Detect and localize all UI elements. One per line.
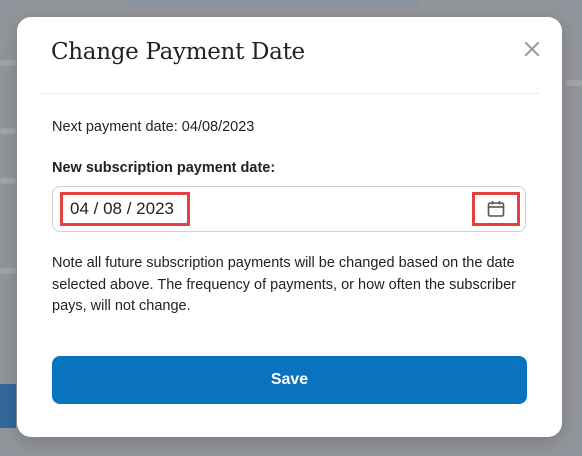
calendar-button[interactable] [472,192,520,226]
modal-title: Change Payment Date [51,39,305,65]
close-button[interactable] [522,39,542,59]
save-button[interactable]: Save [52,356,527,404]
new-date-label: New subscription payment date: [52,160,276,176]
next-payment-date: Next payment date: 04/08/2023 [52,119,254,135]
next-payment-label: Next payment date: [52,119,178,135]
date-input[interactable]: 04 / 08 / 2023 [52,186,526,232]
date-input-value[interactable]: 04 / 08 / 2023 [60,192,190,226]
header-divider [40,93,539,94]
close-icon [525,42,539,56]
change-payment-date-modal: Change Payment Date Next payment date: 0… [17,17,562,437]
calendar-icon [487,201,505,217]
frequency-note: Note all future subscription payments wi… [52,255,516,314]
next-payment-value: 04/08/2023 [181,119,255,135]
